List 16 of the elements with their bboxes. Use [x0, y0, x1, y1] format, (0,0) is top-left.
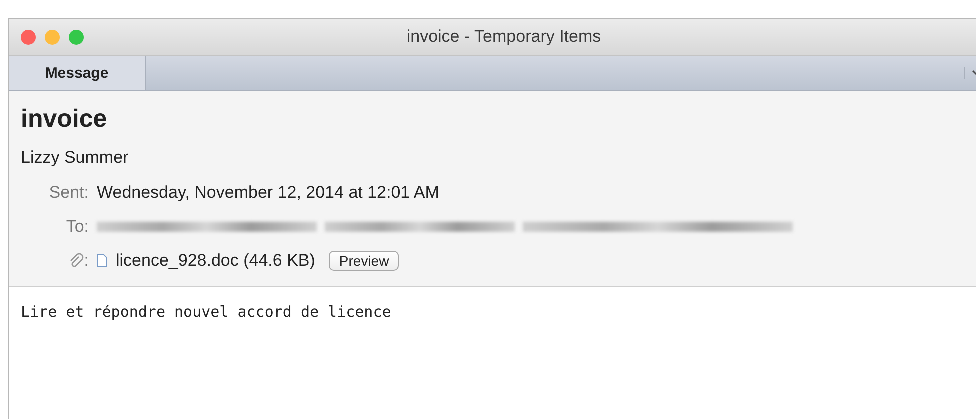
close-icon[interactable] [21, 30, 36, 44]
message-subject: invoice [21, 105, 108, 134]
sent-label: Sent: [48, 183, 89, 203]
preview-button[interactable]: Preview [329, 251, 400, 271]
sender-name: Lizzy Summer [21, 148, 130, 168]
minimize-icon[interactable] [45, 30, 60, 44]
zoom-icon[interactable] [69, 30, 84, 44]
to-label: To: [65, 217, 89, 237]
sent-date: Wednesday, November 12, 2014 at 12:01 AM [97, 183, 440, 203]
paperclip-icon [68, 253, 84, 269]
window-title: invoice - Temporary Items [406, 27, 602, 47]
message-body: Lire et répondre nouvel accord de licence [20, 302, 392, 323]
toolbar-tab[interactable]: Message [9, 56, 146, 90]
attachment-name[interactable]: licence_928.doc (44.6 KB) [116, 251, 316, 271]
attachment-label: : [84, 251, 89, 271]
document-icon [97, 254, 108, 268]
